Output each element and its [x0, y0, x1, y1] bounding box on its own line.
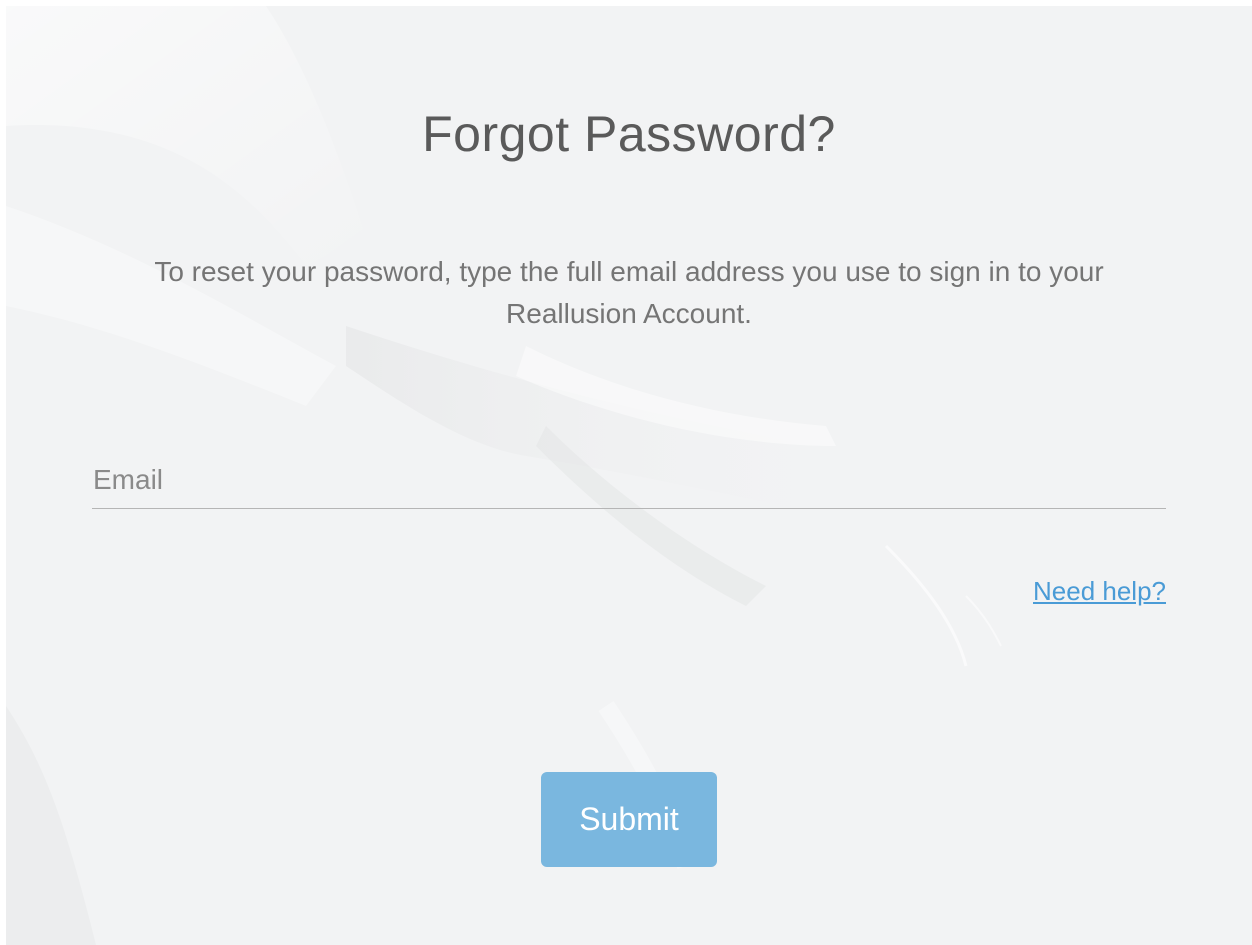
email-field[interactable]: [92, 458, 1167, 502]
submit-button[interactable]: Submit: [541, 772, 717, 867]
page-title: Forgot Password?: [422, 106, 836, 162]
need-help-link[interactable]: Need help?: [1033, 576, 1166, 607]
instructions-text: To reset your password, type the full em…: [154, 256, 1104, 329]
email-field-container: [92, 458, 1167, 509]
forgot-password-panel: Forgot Password? To reset your password,…: [6, 6, 1252, 945]
page: Forgot Password? To reset your password,…: [0, 0, 1252, 945]
